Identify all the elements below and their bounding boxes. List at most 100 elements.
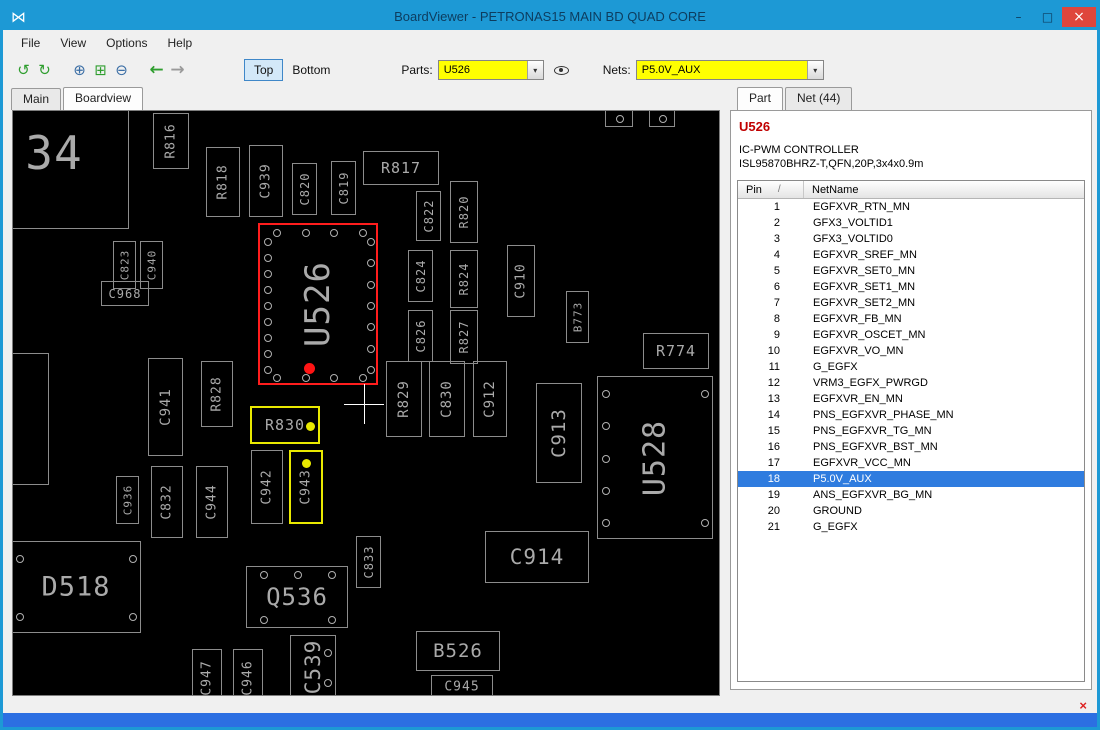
- component-c946[interactable]: C946: [233, 649, 263, 695]
- component-r774[interactable]: R774: [643, 333, 709, 369]
- column-pin[interactable]: Pin /: [738, 181, 804, 198]
- pin-row-3[interactable]: 3 GFX3_VOLTID0: [738, 231, 1084, 247]
- parts-dropdown-arrow-icon[interactable]: ▾: [526, 61, 543, 79]
- component-c910[interactable]: C910: [507, 245, 535, 317]
- pin-row-11[interactable]: 11 G_EGFX: [738, 359, 1084, 375]
- component-partial[interactable]: [13, 353, 49, 485]
- menu-view[interactable]: View: [50, 32, 96, 54]
- rotate-ccw-icon[interactable]: ↺: [13, 60, 34, 81]
- component-c822[interactable]: C822: [416, 191, 441, 241]
- pin-row-7[interactable]: 7 EGFXVR_SET2_MN: [738, 295, 1084, 311]
- zoom-fit-icon[interactable]: ⊞: [90, 60, 111, 81]
- part-panel: U526 IC-PWM CONTROLLER ISL95870BHRZ-T,QF…: [730, 110, 1092, 690]
- tab-boardview[interactable]: Boardview: [63, 87, 144, 110]
- component-partial[interactable]: [605, 111, 633, 127]
- pin-row-18[interactable]: 18 P5.0V_AUX: [738, 471, 1084, 487]
- component-r827[interactable]: R827: [450, 310, 478, 364]
- pin-row-16[interactable]: 16 PNS_EGFXVR_BST_MN: [738, 439, 1084, 455]
- tab-main[interactable]: Main: [11, 88, 62, 110]
- component-r817[interactable]: R817: [363, 151, 439, 185]
- pin-number: 2: [773, 217, 780, 229]
- component-b773[interactable]: B773: [566, 291, 589, 343]
- back-arrow-icon[interactable]: ←: [146, 60, 167, 81]
- component-c826[interactable]: C826: [408, 310, 433, 362]
- pin-row-13[interactable]: 13 EGFXVR_EN_MN: [738, 391, 1084, 407]
- component-c942[interactable]: C942: [251, 450, 283, 524]
- nets-combobox[interactable]: P5.0V_AUX ▾: [635, 60, 824, 80]
- tab-part[interactable]: Part: [737, 87, 784, 110]
- sort-indicator-icon: /: [777, 184, 781, 195]
- pin-row-19[interactable]: 19 ANS_EGFXVR_BG_MN: [738, 487, 1084, 503]
- component-partial[interactable]: [649, 111, 675, 127]
- maximize-button[interactable]: □: [1033, 7, 1062, 27]
- component-c944[interactable]: C944: [196, 466, 228, 538]
- zoom-out-icon[interactable]: ⊖: [111, 60, 132, 81]
- error-x-icon[interactable]: ×: [1079, 699, 1087, 712]
- top-side-button[interactable]: Top: [244, 59, 284, 81]
- component-c913[interactable]: C913: [536, 383, 582, 483]
- component-c539[interactable]: C539: [290, 635, 336, 695]
- component-c947[interactable]: C947: [192, 649, 222, 695]
- rotate-cw-icon[interactable]: ↻: [34, 60, 55, 81]
- component-r820[interactable]: R820: [450, 181, 478, 243]
- component-d518[interactable]: D518: [13, 541, 141, 633]
- pin-row-2[interactable]: 2 GFX3_VOLTID1: [738, 215, 1084, 231]
- component-c830[interactable]: C830: [429, 361, 465, 437]
- menu-file[interactable]: File: [11, 32, 50, 54]
- pin-circle: [367, 238, 375, 246]
- board-canvas[interactable]: 34 R816 R818 C939 C820 C819 R817 C822 R820 C824 R8…: [12, 110, 720, 696]
- nets-dropdown-arrow-icon[interactable]: ▾: [806, 61, 823, 79]
- pin-number: 19: [767, 489, 780, 501]
- parts-combobox[interactable]: U526 ▾: [437, 60, 544, 80]
- component-r818[interactable]: R818: [206, 147, 240, 217]
- component-c945[interactable]: C945: [431, 675, 493, 695]
- pin-row-8[interactable]: 8 EGFXVR_FB_MN: [738, 311, 1084, 327]
- menu-help[interactable]: Help: [158, 32, 203, 54]
- pin-row-4[interactable]: 4 EGFXVR_SREF_MN: [738, 247, 1084, 263]
- pin-row-6[interactable]: 6 EGFXVR_SET1_MN: [738, 279, 1084, 295]
- component-u526[interactable]: U526: [258, 223, 378, 385]
- pin-row-20[interactable]: 20 GROUND: [738, 503, 1084, 519]
- component-r824[interactable]: R824: [450, 250, 478, 308]
- pin-row-21[interactable]: 21 G_EGFX: [738, 519, 1084, 535]
- pin-row-17[interactable]: 17 EGFXVR_VCC_MN: [738, 455, 1084, 471]
- component-c936[interactable]: C936: [116, 476, 139, 524]
- component-r816[interactable]: R816: [153, 113, 189, 169]
- forward-arrow-icon[interactable]: →: [167, 60, 188, 81]
- pin-row-5[interactable]: 5 EGFXVR_SET0_MN: [738, 263, 1084, 279]
- pin-row-14[interactable]: 14 PNS_EGFXVR_PHASE_MN: [738, 407, 1084, 423]
- component-c939[interactable]: C939: [249, 145, 283, 217]
- component-c820[interactable]: C820: [292, 163, 317, 215]
- minimize-button[interactable]: –: [1004, 7, 1033, 27]
- component-r828[interactable]: R828: [201, 361, 233, 427]
- pin-row-9[interactable]: 9 EGFXVR_OSCET_MN: [738, 327, 1084, 343]
- component-r829[interactable]: R829: [386, 361, 422, 437]
- zoom-in-icon[interactable]: ⊕: [69, 60, 90, 81]
- component-b526[interactable]: B526: [416, 631, 500, 671]
- pin-circle: [602, 486, 610, 495]
- component-c824[interactable]: C824: [408, 250, 433, 302]
- component-c819[interactable]: C819: [331, 161, 356, 215]
- component-u528[interactable]: U528: [597, 376, 713, 539]
- pin-row-12[interactable]: 12 VRM3_EGFX_PWRGD: [738, 375, 1084, 391]
- column-netname[interactable]: NetName: [804, 184, 858, 196]
- pin-circle: [264, 318, 272, 326]
- pin-row-10[interactable]: 10 EGFXVR_VO_MN: [738, 343, 1084, 359]
- pin-number: 18: [767, 473, 780, 485]
- component-c941[interactable]: C941: [148, 358, 183, 456]
- component-c914[interactable]: C914: [485, 531, 589, 583]
- pin-row-15[interactable]: 15 PNS_EGFXVR_TG_MN: [738, 423, 1084, 439]
- menu-options[interactable]: Options: [96, 32, 157, 54]
- component-34[interactable]: 34: [13, 111, 129, 229]
- component-c968[interactable]: C968: [101, 281, 149, 306]
- component-c912[interactable]: C912: [473, 361, 507, 437]
- pin-row-1[interactable]: 1 EGFXVR_RTN_MN: [738, 199, 1084, 215]
- component-c833[interactable]: C833: [356, 536, 381, 588]
- component-q536[interactable]: Q536: [246, 566, 348, 628]
- tab-net[interactable]: Net (44): [785, 87, 853, 110]
- close-button[interactable]: ×: [1062, 6, 1096, 27]
- part-visibility-eye-icon[interactable]: [551, 60, 573, 80]
- bottom-side-button[interactable]: Bottom: [283, 60, 339, 80]
- part-description: IC-PWM CONTROLLER: [739, 144, 859, 156]
- component-c832[interactable]: C832: [151, 466, 183, 538]
